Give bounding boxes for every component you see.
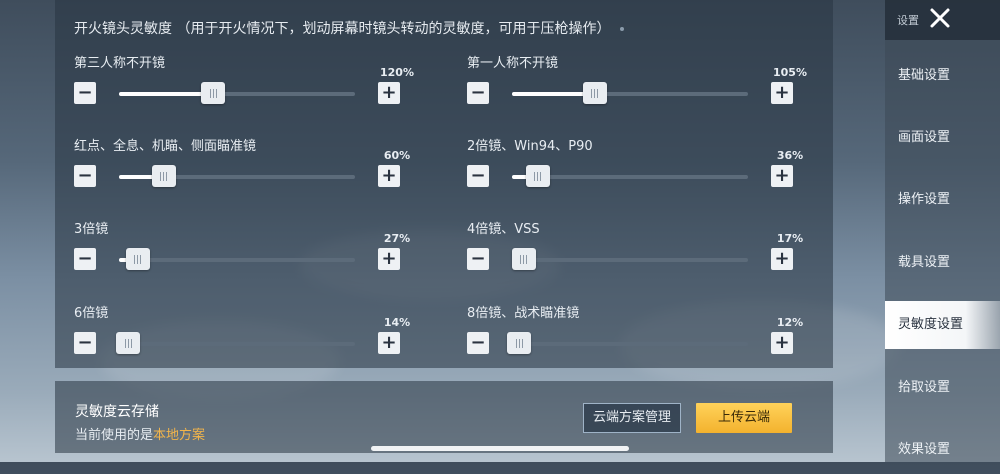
increase-button[interactable]: + [378, 248, 400, 270]
slider-track[interactable] [119, 248, 355, 270]
slider-thumb[interactable] [201, 82, 226, 104]
slider-4x-scope: 4倍镜、VSS 17% − + [467, 218, 803, 288]
slider-value: 17% [776, 232, 804, 245]
sidebar-item-controls[interactable]: 操作设置 [885, 176, 1000, 224]
slider-track[interactable] [512, 165, 748, 187]
sidebar-item-basic[interactable]: 基础设置 [885, 52, 1000, 100]
slider-thumb[interactable] [116, 332, 141, 354]
cloud-scheme-manage-button[interactable]: 云端方案管理 [583, 403, 681, 433]
increase-button[interactable]: + [378, 165, 400, 187]
slider-first-person: 第一人称不开镜 105% − + [467, 52, 807, 122]
slider-red-dot: 红点、全息、机瞄、侧面瞄准镜 60% − + [74, 135, 410, 205]
slider-label: 8倍镜、战术瞄准镜 [467, 306, 580, 321]
slider-value: 36% [776, 149, 804, 162]
decrease-button[interactable]: − [467, 248, 489, 270]
sidebar-item-effects[interactable]: 效果设置 [885, 426, 1000, 474]
decrease-button[interactable]: − [467, 165, 489, 187]
slider-third-person: 第三人称不开镜 120% − + [74, 52, 414, 122]
slider-label: 第一人称不开镜 [467, 56, 559, 71]
slider-label: 2倍镜、Win94、P90 [467, 139, 593, 154]
sidebar-header-title: 设置 [897, 14, 919, 27]
close-icon[interactable] [929, 7, 951, 29]
sidebar-item-sensitivity[interactable]: 灵敏度设置 [885, 301, 1000, 349]
section-title: 开火镜头灵敏度 （用于开火情况下，划动屏幕时镜头转动的灵敏度，可用于压枪操作） [74, 18, 625, 38]
slider-value: 12% [776, 316, 804, 329]
slider-label: 红点、全息、机瞄、侧面瞄准镜 [74, 139, 257, 154]
slider-track[interactable] [119, 82, 355, 104]
decrease-button[interactable]: − [74, 332, 96, 354]
slider-thumb[interactable] [507, 332, 532, 354]
slider-3x-scope: 3倍镜 27% − + [74, 218, 410, 288]
sidebar-item-pickup[interactable]: 拾取设置 [885, 364, 1000, 412]
home-indicator[interactable] [371, 446, 629, 451]
slider-value: 14% [383, 316, 411, 329]
section-title-text: 开火镜头灵敏度 （用于开火情况下，划动屏幕时镜头转动的灵敏度，可用于压枪操作） [74, 21, 611, 37]
slider-value: 120% [380, 66, 414, 79]
sidebar-item-graphics[interactable]: 画面设置 [885, 114, 1000, 162]
increase-button[interactable]: + [378, 332, 400, 354]
sidebar-header: 设置 [885, 0, 1000, 40]
slider-thumb[interactable] [151, 165, 176, 187]
slider-value: 60% [383, 149, 411, 162]
slider-thumb[interactable] [125, 248, 150, 270]
increase-button[interactable]: + [378, 82, 400, 104]
increase-button[interactable]: + [771, 82, 793, 104]
slider-track[interactable] [512, 82, 748, 104]
current-scheme-name: 本地方案 [153, 428, 206, 443]
decrease-button[interactable]: − [74, 248, 96, 270]
slider-track[interactable] [511, 248, 748, 270]
slider-thumb[interactable] [511, 248, 536, 270]
slider-8x-scope: 8倍镜、战术瞄准镜 12% − + [467, 302, 803, 372]
slider-label: 6倍镜 [74, 306, 109, 321]
slider-track[interactable] [507, 332, 748, 354]
current-scheme-text: 当前使用的是本地方案 [75, 424, 205, 443]
cloud-storage-title: 灵敏度云存储 [75, 404, 159, 420]
slider-track[interactable] [116, 332, 355, 354]
cloud-storage-panel: 灵敏度云存储 当前使用的是本地方案 云端方案管理 上传云端 [55, 381, 833, 453]
slider-label: 4倍镜、VSS [467, 222, 540, 237]
upload-cloud-button[interactable]: 上传云端 [696, 403, 792, 433]
slider-label: 第三人称不开镜 [74, 56, 166, 71]
info-dot-icon [620, 27, 625, 31]
slider-value: 27% [383, 232, 411, 245]
decrease-button[interactable]: − [467, 82, 489, 104]
decrease-button[interactable]: − [467, 332, 489, 354]
increase-button[interactable]: + [771, 165, 793, 187]
decrease-button[interactable]: − [74, 82, 96, 104]
increase-button[interactable]: + [771, 248, 793, 270]
current-scheme-prefix: 当前使用的是 [75, 428, 154, 443]
sidebar-item-vehicle[interactable]: 载具设置 [885, 239, 1000, 287]
slider-label: 3倍镜 [74, 222, 109, 237]
slider-value: 105% [773, 66, 807, 79]
decrease-button[interactable]: − [74, 165, 96, 187]
slider-fill [119, 92, 214, 96]
slider-6x-scope: 6倍镜 14% − + [74, 302, 410, 372]
slider-thumb[interactable] [525, 165, 550, 187]
increase-button[interactable]: + [771, 332, 793, 354]
slider-thumb[interactable] [582, 82, 607, 104]
slider-2x-scope: 2倍镜、Win94、P90 36% − + [467, 135, 803, 205]
slider-track[interactable] [119, 165, 355, 187]
